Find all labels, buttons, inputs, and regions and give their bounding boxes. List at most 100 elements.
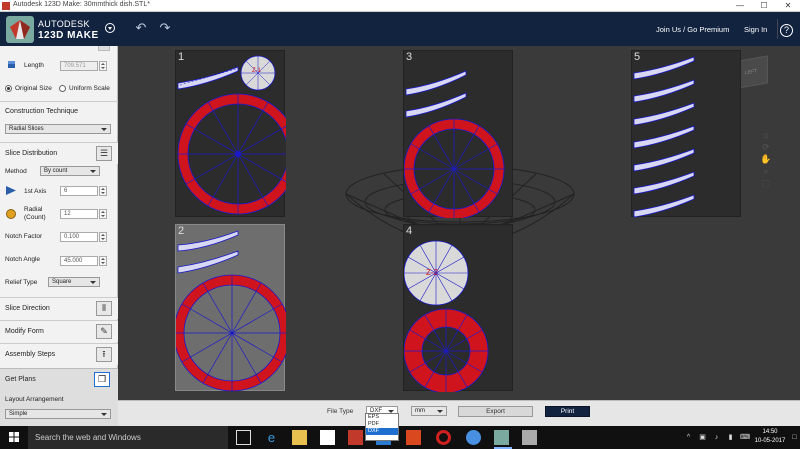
construction-technique-label: Construction Technique [5, 108, 79, 115]
help-icon: ? [780, 24, 793, 37]
app-icon-gray[interactable] [522, 430, 537, 445]
sheet-2-parts [176, 230, 286, 392]
original-size-radio[interactable] [5, 85, 12, 92]
windows-taskbar: Search the web and Windows e ^ ▣ ♪ ▮ ⌨ 1… [0, 426, 800, 449]
chrome-icon[interactable] [466, 430, 481, 445]
notch-angle-stepper[interactable] [99, 256, 107, 266]
file-type-option-dxf[interactable]: DXF [366, 428, 398, 435]
get-plans-label: Get Plans [5, 376, 36, 383]
volume-icon[interactable]: ♪ [712, 433, 721, 442]
length-stepper[interactable] [99, 61, 107, 71]
plan-sheet-3[interactable]: 3 [403, 50, 513, 218]
plan-sheet-5[interactable]: 5 [631, 50, 741, 218]
view-cube[interactable]: LEFT [738, 55, 768, 89]
slice-direction-icon[interactable]: ⫴ [96, 301, 112, 316]
keyboard-icon[interactable]: ⌨ [740, 433, 750, 442]
file-type-label: File Type [327, 408, 354, 415]
method-select[interactable]: By count [40, 166, 100, 176]
modify-form-icon[interactable]: ✎ [96, 324, 112, 339]
sheet-1-parts [177, 55, 286, 215]
redo-arrow-icon[interactable]: ↷ [157, 21, 173, 35]
undo-arrow-icon[interactable]: ↶ [133, 21, 149, 35]
app-icon-red[interactable] [348, 430, 363, 445]
app-menu-chevron-icon[interactable] [105, 23, 115, 33]
view-cube-face: LEFT [745, 68, 758, 77]
radial-count-stepper[interactable] [99, 209, 107, 219]
clock-date: 10-05-2017 [754, 438, 786, 444]
uniform-scale-radio[interactable] [59, 85, 66, 92]
task-view-icon[interactable] [236, 430, 251, 445]
join-us-link[interactable]: Join Us / Go Premium [656, 25, 729, 34]
radial-count-label: (Count) [24, 214, 46, 221]
sheet-5-parts [633, 56, 695, 218]
notch-factor-input[interactable]: 0.100 [60, 232, 98, 242]
clock-time: 14:50 [762, 429, 778, 435]
notifications-icon[interactable]: □ [790, 433, 799, 442]
assembly-steps-header[interactable]: Assembly Steps ⭱ [0, 343, 118, 365]
battery-icon[interactable]: ▮ [726, 433, 735, 442]
zoom-icon[interactable]: ⌕ [760, 166, 772, 178]
slice-distribution-icon[interactable]: ☰ [96, 146, 112, 161]
123d-make-taskbar-icon[interactable] [494, 430, 509, 445]
app-logo [6, 16, 34, 43]
viewport-canvas[interactable]: LEFT ⌂ ⟳ ✋ ⌕ ⬚ 1 Z-1 2 3 4 Z-2 5 [118, 46, 800, 400]
help-button[interactable]: ? [777, 19, 795, 39]
radial-count-input[interactable]: 12 [60, 209, 98, 219]
orbit-icon[interactable]: ⟳ [760, 142, 772, 154]
fit-icon[interactable]: ⬚ [760, 178, 772, 190]
first-axis-input[interactable]: 6 [60, 186, 98, 196]
network-icon[interactable]: ▣ [698, 433, 707, 442]
file-type-option-pdf[interactable]: PDF [366, 421, 398, 428]
construction-technique-select[interactable]: Radial Slices [5, 124, 111, 134]
layout-arrangement-label: Layout Arrangement [5, 396, 64, 403]
sheet-4-parts [404, 240, 489, 392]
notch-angle-label: Notch Angle [5, 256, 41, 263]
notch-angle-input[interactable]: 45.000 [60, 256, 98, 266]
taskbar-clock[interactable]: 14:50 10-05-2017 [752, 428, 788, 446]
notch-factor-stepper[interactable] [99, 232, 107, 242]
tray-chevron-icon[interactable]: ^ [684, 433, 693, 442]
divider [0, 101, 118, 102]
method-label: Method [5, 168, 27, 175]
taskbar-search-input[interactable]: Search the web and Windows [28, 426, 228, 449]
assembly-steps-icon[interactable]: ⭱ [96, 347, 112, 362]
app-icon-orange[interactable] [406, 430, 421, 445]
get-plans-icon[interactable]: ❐ [94, 372, 110, 387]
modify-form-header[interactable]: Modify Form ✎ [0, 320, 118, 342]
plan-sheet-4[interactable]: 4 Z-2 [403, 224, 513, 392]
maximize-button[interactable]: ☐ [752, 0, 776, 12]
navigation-bar: ⌂ ⟳ ✋ ⌕ ⬚ [760, 130, 772, 202]
first-axis-stepper[interactable] [99, 186, 107, 196]
close-window-button[interactable]: ✕ [776, 0, 800, 12]
length-icon [7, 60, 16, 69]
radial-icon [6, 209, 16, 219]
uniform-scale-label: Uniform Scale [69, 85, 110, 92]
file-type-option-eps[interactable]: EPS [366, 414, 398, 421]
start-button[interactable] [0, 426, 28, 449]
layout-arrangement-select[interactable]: Simple [5, 409, 111, 419]
pan-hand-icon[interactable]: ✋ [760, 154, 772, 166]
file-explorer-icon[interactable] [292, 430, 307, 445]
app-window-icon [2, 2, 10, 10]
relief-type-select[interactable]: Square [48, 277, 100, 287]
print-button[interactable]: Print [545, 406, 590, 417]
opera-icon[interactable] [436, 430, 451, 445]
plan-sheet-2[interactable]: 2 [175, 224, 286, 392]
slice-direction-header[interactable]: Slice Direction ⫴ [0, 297, 118, 319]
slice-distribution-header[interactable]: Slice Distribution ☰ [0, 142, 118, 164]
sign-in-link[interactable]: Sign In [744, 25, 767, 34]
slice-distribution-label: Slice Distribution [5, 150, 58, 157]
minimize-button[interactable]: — [728, 0, 752, 12]
unit-select[interactable]: mm [411, 406, 447, 416]
export-button[interactable]: Export [458, 406, 533, 417]
edge-browser-icon[interactable]: e [264, 430, 279, 445]
sheet-3-parts [404, 70, 505, 218]
home-icon[interactable]: ⌂ [760, 130, 772, 142]
panel-scroll-up[interactable] [98, 46, 110, 51]
plan-sheet-1[interactable]: 1 Z-1 [175, 50, 286, 217]
radial-label: Radial [24, 206, 43, 213]
assembly-steps-label: Assembly Steps [5, 351, 56, 358]
length-input[interactable]: 709.571 [60, 61, 98, 71]
notch-factor-label: Notch Factor [5, 233, 43, 240]
store-icon[interactable] [320, 430, 335, 445]
